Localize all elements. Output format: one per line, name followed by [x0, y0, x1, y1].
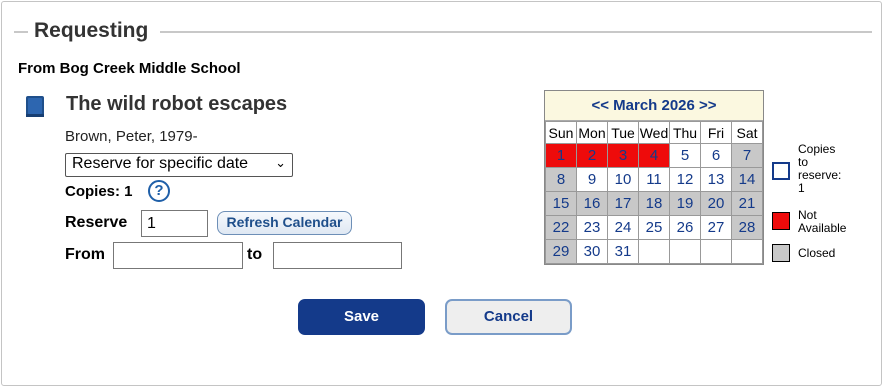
calendar-day[interactable]: 5 — [669, 143, 701, 168]
calendar-day[interactable]: 13 — [700, 167, 732, 192]
calendar-day: 14 — [731, 167, 763, 192]
calendar-day[interactable]: 31 — [607, 239, 639, 264]
from-date-input[interactable] — [113, 242, 243, 269]
calendar-day: 3 — [607, 143, 639, 168]
calendar-day: 18 — [638, 191, 670, 216]
weekday-header: Thu — [669, 121, 701, 144]
calendar-day: 20 — [700, 191, 732, 216]
calendar-day[interactable]: 25 — [638, 215, 670, 240]
fieldset-line-right — [160, 31, 872, 33]
weekday-header: Sat — [731, 121, 763, 144]
chevron-down-icon: ⌄ — [275, 155, 286, 170]
calendar-month-label: March 2026 — [613, 97, 695, 114]
calendar-day[interactable]: 9 — [576, 167, 608, 192]
reserve-quantity-input[interactable] — [141, 210, 208, 237]
weekday-header: Mon — [576, 121, 608, 144]
from-label: From — [65, 246, 105, 263]
calendar-week: 29 30 31 — [545, 239, 763, 264]
next-month-link[interactable]: >> — [699, 97, 717, 114]
calendar-empty-cell — [731, 239, 763, 264]
calendar-day[interactable]: 23 — [576, 215, 608, 240]
calendar-day[interactable]: 27 — [700, 215, 732, 240]
calendar-empty-cell — [638, 239, 670, 264]
request-type-value: Reserve for specific date — [72, 155, 249, 172]
calendar-day: 1 — [545, 143, 577, 168]
calendar-week: 1234567 — [545, 143, 763, 168]
calendar-day[interactable]: 24 — [607, 215, 639, 240]
weekday-header: Tue — [607, 121, 639, 144]
calendar-day: 2 — [576, 143, 608, 168]
calendar-day: 22 — [545, 215, 577, 240]
to-date-input[interactable] — [273, 242, 402, 269]
copies-to-reserve-swatch — [772, 162, 790, 180]
question-icon[interactable]: ? — [148, 180, 170, 202]
calendar-grid: Sun Mon Tue Wed Thu Fri Sat 1 2 3 4 5 6 7 8 9 10 11 12 13 1… — [545, 121, 763, 264]
calendar-week: 22 23 24 25 26 27 28 — [545, 215, 763, 240]
calendar-day: 15 — [545, 191, 577, 216]
calendar-day[interactable]: 26 — [669, 215, 701, 240]
calendar-day: 16 — [576, 191, 608, 216]
request-type-select[interactable]: Reserve for specific date ⌄ — [65, 153, 293, 177]
item-title: The wild robot escapes — [66, 93, 288, 115]
calendar-day: 19 — [669, 191, 701, 216]
calendar-day: 7 — [731, 143, 763, 168]
calendar-week: 15 16 17 18 19 20 21 — [545, 191, 763, 216]
reserve-label: Reserve — [65, 214, 128, 231]
section-title: Requesting — [34, 19, 149, 42]
refresh-calendar-button[interactable]: Refresh Calendar — [217, 211, 352, 235]
calendar-day: 28 — [731, 215, 763, 240]
closed-swatch — [772, 244, 790, 262]
save-button[interactable]: Save — [298, 299, 425, 335]
calendar-week: 8 9 10 11 12 13 14 — [545, 167, 763, 192]
not-available-swatch — [772, 212, 790, 230]
availability-calendar: << March 2026 >> Sun Mon Tue Wed Thu Fri Sat 1… — [544, 90, 764, 265]
from-school-label: From Bog Creek Middle School — [18, 60, 241, 77]
item-author: Brown, Peter, 1979- — [65, 128, 198, 145]
copies-label: Copies: 1 — [65, 183, 133, 200]
to-label: to — [247, 246, 263, 263]
calendar-day[interactable]: 11 — [638, 167, 670, 192]
weekday-header: Wed — [638, 121, 670, 144]
weekday-header: Sun — [545, 121, 577, 144]
closed-legend: Closed — [798, 246, 836, 260]
calendar-day: 21 — [731, 191, 763, 216]
calendar-day: 17 — [607, 191, 639, 216]
calendar-day[interactable]: 12 — [669, 167, 701, 192]
cancel-button[interactable]: Cancel — [445, 299, 572, 335]
calendar-day[interactable]: 30 — [576, 239, 608, 264]
fieldset-line-left — [14, 31, 28, 33]
calendar-day: 29 — [545, 239, 577, 264]
calendar-day: 4 — [638, 143, 670, 168]
calendar-day: 8 — [545, 167, 577, 192]
book-icon — [26, 96, 44, 117]
prev-month-link[interactable]: << — [591, 97, 609, 114]
weekday-header: Fri — [700, 121, 732, 144]
calendar-empty-cell — [669, 239, 701, 264]
copies-to-reserve-legend: Copies to reserve: 1 — [798, 142, 842, 195]
calendar-header: << March 2026 >> — [545, 91, 763, 121]
not-available-legend: Not Available — [798, 208, 847, 235]
calendar-day[interactable]: 6 — [700, 143, 732, 168]
calendar-day[interactable]: 10 — [607, 167, 639, 192]
calendar-empty-cell — [700, 239, 732, 264]
